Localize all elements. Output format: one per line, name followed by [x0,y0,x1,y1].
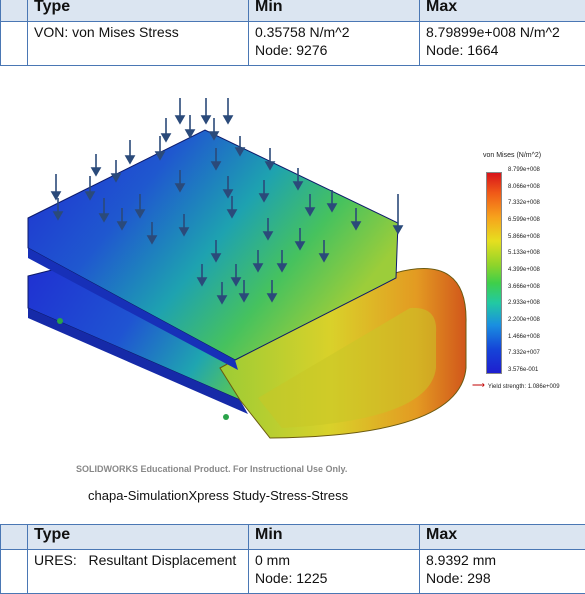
max-cell: 8.79899e+008 N/m^2 Node: 1664 [420,22,585,66]
min-node: Node: 1225 [255,569,413,587]
load-arrow-icon [224,98,232,123]
legend-tick-label: 2.200e+008 [508,317,540,323]
header-min: Min [249,0,420,22]
legend-tick-label: 5.866e+008 [508,234,540,240]
load-arrow-icon [186,115,194,137]
legend-tick-label: 1.466e+008 [508,334,540,340]
max-node: Node: 298 [426,569,579,587]
max-value: 8.79899e+008 N/m^2 [426,23,579,41]
min-value: 0.35758 N/m^2 [255,23,413,41]
legend-tick-label: 8.799e+008 [508,167,540,173]
type-cell: URES: Resultant Displacement [28,550,249,594]
yield-arrow-icon: ⟶ [472,380,485,390]
row-spacer [1,550,28,594]
row-spacer [1,525,28,550]
header-max: Max [420,0,585,22]
table-header-row: Type Min Max [1,0,585,22]
min-value: 0 mm [255,551,413,569]
legend-tick-label: 4.399e+008 [508,267,540,273]
legend-tick-label: 6.599e+008 [508,217,540,223]
max-value: 8.9392 mm [426,551,579,569]
row-spacer [1,22,28,66]
displacement-results-table: Type Min Max URES: Resultant Displacemen… [0,524,585,594]
header-type: Type [28,0,249,22]
table-row: URES: Resultant Displacement 0 mm Node: … [1,550,585,594]
plot-caption: chapa-SimulationXpress Study-Stress-Stre… [88,488,348,503]
max-cell: 8.9392 mm Node: 298 [420,550,585,594]
load-arrow-icon [394,194,402,233]
load-arrow-icon [52,174,60,199]
max-node: Node: 1664 [426,41,579,59]
yield-strength-label: ⟶Yield strength: 1.086e+009 [472,380,560,391]
header-max: Max [420,525,585,550]
header-min: Min [249,525,420,550]
min-cell: 0 mm Node: 1225 [249,550,420,594]
row-spacer [1,0,28,22]
table-header-row: Type Min Max [1,525,585,550]
legend-tick-label: 2.933e+008 [508,300,540,306]
legend-tick-label: 5.133e+008 [508,250,540,256]
min-cell: 0.35758 N/m^2 Node: 9276 [249,22,420,66]
load-arrow-icon [202,98,210,123]
legend-tick-label: 3.576e-001 [508,367,538,373]
legend-tick-label: 8.066e+008 [508,184,540,190]
yield-text: Yield strength: 1.086e+009 [488,384,560,390]
educational-watermark: SOLIDWORKS Educational Product. For Inst… [76,464,347,474]
load-arrow-icon [162,118,170,141]
min-node: Node: 9276 [255,41,413,59]
type-cell: VON: von Mises Stress [28,22,249,66]
legend-tick-label: 7.332e+008 [508,200,540,206]
stress-results-table: Type Min Max VON: von Mises Stress 0.357… [0,0,585,66]
load-arrow-icon [176,98,184,123]
load-arrow-icon [126,140,134,163]
legend-title: von Mises (N/m^2) [483,152,541,159]
legend-tick-label: 7.332e+007 [508,350,540,356]
load-arrow-icon [156,136,164,159]
load-arrow-icon [92,154,100,175]
color-bar [486,172,502,374]
header-type: Type [28,525,249,550]
table-row: VON: von Mises Stress 0.35758 N/m^2 Node… [1,22,585,66]
legend-tick-label: 3.666e+008 [508,284,540,290]
